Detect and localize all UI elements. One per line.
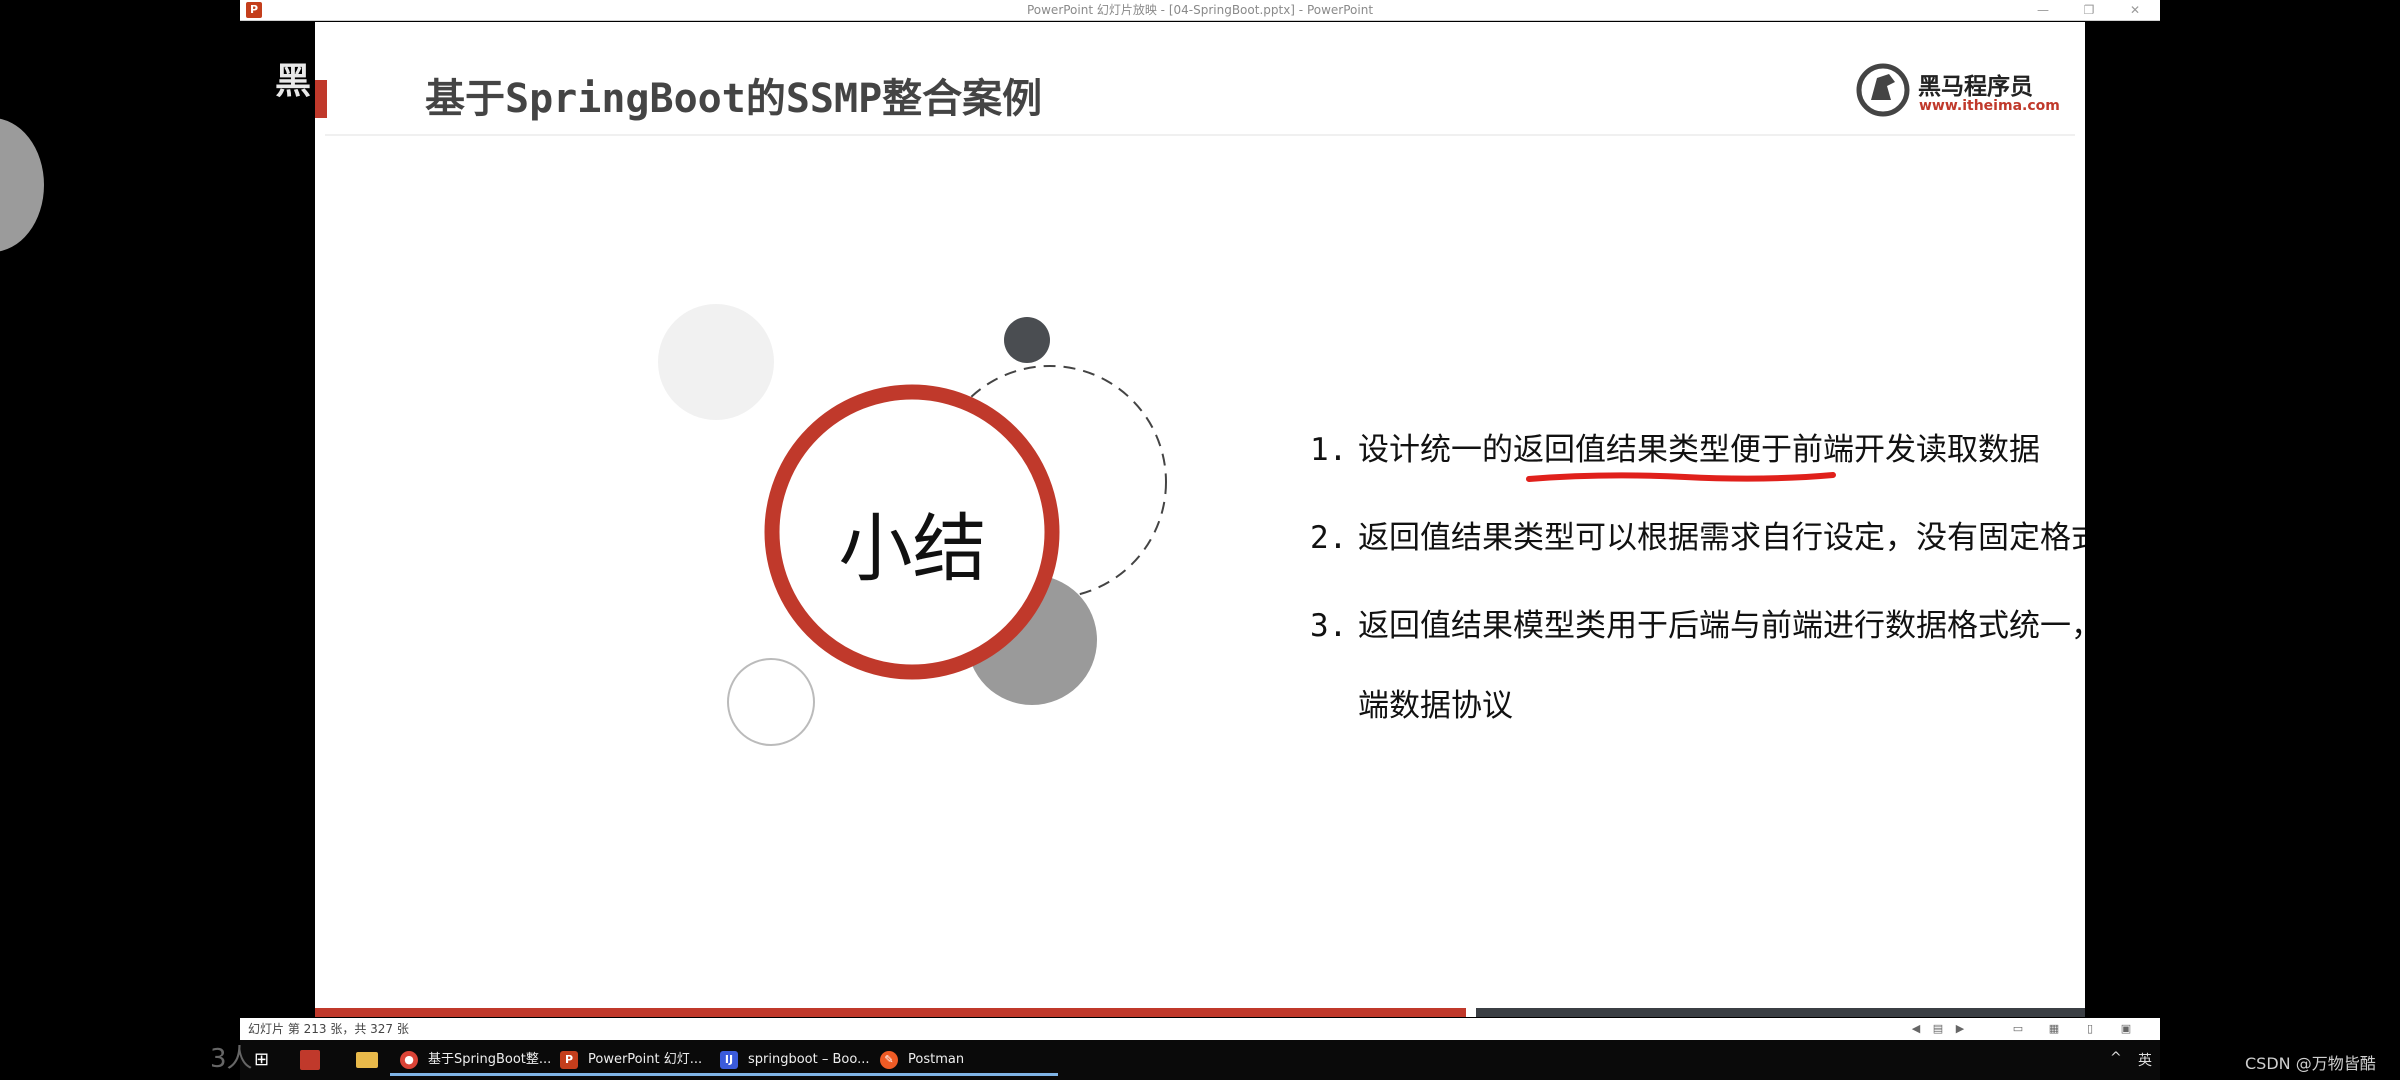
csdn-watermark: CSDN @万物皆酷 xyxy=(2245,1054,2376,1073)
outline-circle xyxy=(727,658,815,746)
file-explorer-icon[interactable] xyxy=(356,1052,378,1068)
point-number: 1. xyxy=(1310,432,1348,468)
minimize-button[interactable]: — xyxy=(2020,0,2066,20)
status-bar: 幻灯片 第 213 张，共 327 张 ◀ ▤ ▶ ▭ ▦ ▯ ▣ xyxy=(240,1018,2160,1040)
sorter-view-icon[interactable]: ▦ xyxy=(2046,1021,2062,1037)
reading-view-icon[interactable]: ▯ xyxy=(2082,1021,2098,1037)
powerpoint-icon: P xyxy=(560,1051,578,1069)
restore-button[interactable]: ❐ xyxy=(2066,0,2112,20)
chrome-icon: ● xyxy=(400,1051,418,1069)
taskbar-item-label: springboot – Boo... xyxy=(748,1052,870,1067)
point-1: 1. 设计统一的返回值结果类型便于前端开发读取数据 xyxy=(1310,424,2040,469)
point-number: 3. xyxy=(1310,608,1348,644)
point-number: 2. xyxy=(1310,520,1348,556)
menu-icon[interactable]: ▤ xyxy=(1930,1021,1946,1037)
light-gray-circle xyxy=(658,304,774,420)
point-3-text-line1: 返回值结果模型类用于后端与前端进行数据格式统一，也称为前后 xyxy=(1358,608,2085,644)
floating-circle-button[interactable] xyxy=(0,118,44,252)
red-underline-annotation xyxy=(1526,472,1836,482)
postman-icon: ✎ xyxy=(880,1051,898,1069)
windows-start-icon[interactable]: ⊞ xyxy=(254,1050,274,1070)
slide-counter: 幻灯片 第 213 张，共 327 张 xyxy=(248,1022,409,1036)
point-2-text: 返回值结果类型可以根据需求自行设定，没有固定格式 xyxy=(1358,520,2085,556)
window-title: PowerPoint 幻灯片放映 - [04-SpringBoot.pptx] … xyxy=(1026,3,1374,17)
viewer-count: 3人 xyxy=(210,1044,253,1074)
powerpoint-window: P PowerPoint 幻灯片放映 - [04-SpringBoot.pptx… xyxy=(240,0,2160,1080)
point-1-text-after: 便于前端开发读取数据 xyxy=(1730,432,2040,468)
overlay-text: 黑 xyxy=(275,61,312,102)
close-button[interactable]: ✕ xyxy=(2112,0,2158,20)
point-2: 2. 返回值结果类型可以根据需求自行设定，没有固定格式 xyxy=(1310,512,2085,557)
slide-canvas: 基于SpringBoot的SSMP整合案例 黑马程序员 www.itheima.… xyxy=(315,22,2085,1017)
ime-indicator[interactable]: 英 xyxy=(2138,1050,2152,1070)
prev-icon[interactable]: ◀ xyxy=(1908,1021,1924,1037)
search-app-icon[interactable] xyxy=(300,1050,320,1070)
intellij-icon: IJ xyxy=(720,1051,738,1069)
taskbar-item-label: 基于SpringBoot整... xyxy=(428,1052,552,1067)
slide-progress-bar xyxy=(315,1008,1466,1017)
taskbar-item-label: PowerPoint 幻灯... xyxy=(588,1052,703,1067)
taskbar: ⊞ ● 基于SpringBoot整... P PowerPoint 幻灯... … xyxy=(240,1040,2160,1080)
point-1-text-before: 设计统一的 xyxy=(1358,432,1513,468)
taskbar-item-postman[interactable]: ✎ Postman xyxy=(870,1044,1058,1076)
dark-dot-circle xyxy=(1004,317,1050,363)
slide-progress-track xyxy=(1476,1008,2085,1017)
tray-chevron-icon[interactable]: ^ xyxy=(2110,1050,2122,1066)
taskbar-item-label: Postman xyxy=(908,1052,965,1067)
point-3: 3. 返回值结果模型类用于后端与前端进行数据格式统一，也称为前后 xyxy=(1310,600,2085,645)
summary-label: 小结 xyxy=(838,506,987,592)
title-bar: P PowerPoint 幻灯片放映 - [04-SpringBoot.pptx… xyxy=(240,0,2160,21)
slideshow-icon[interactable]: ▣ xyxy=(2118,1021,2134,1037)
normal-view-icon[interactable]: ▭ xyxy=(2010,1021,2026,1037)
next-icon[interactable]: ▶ xyxy=(1952,1021,1968,1037)
point-1-highlight: 返回值结果类型 xyxy=(1513,432,1730,468)
point-3-continuation: 端数据协议 xyxy=(1358,688,1513,724)
